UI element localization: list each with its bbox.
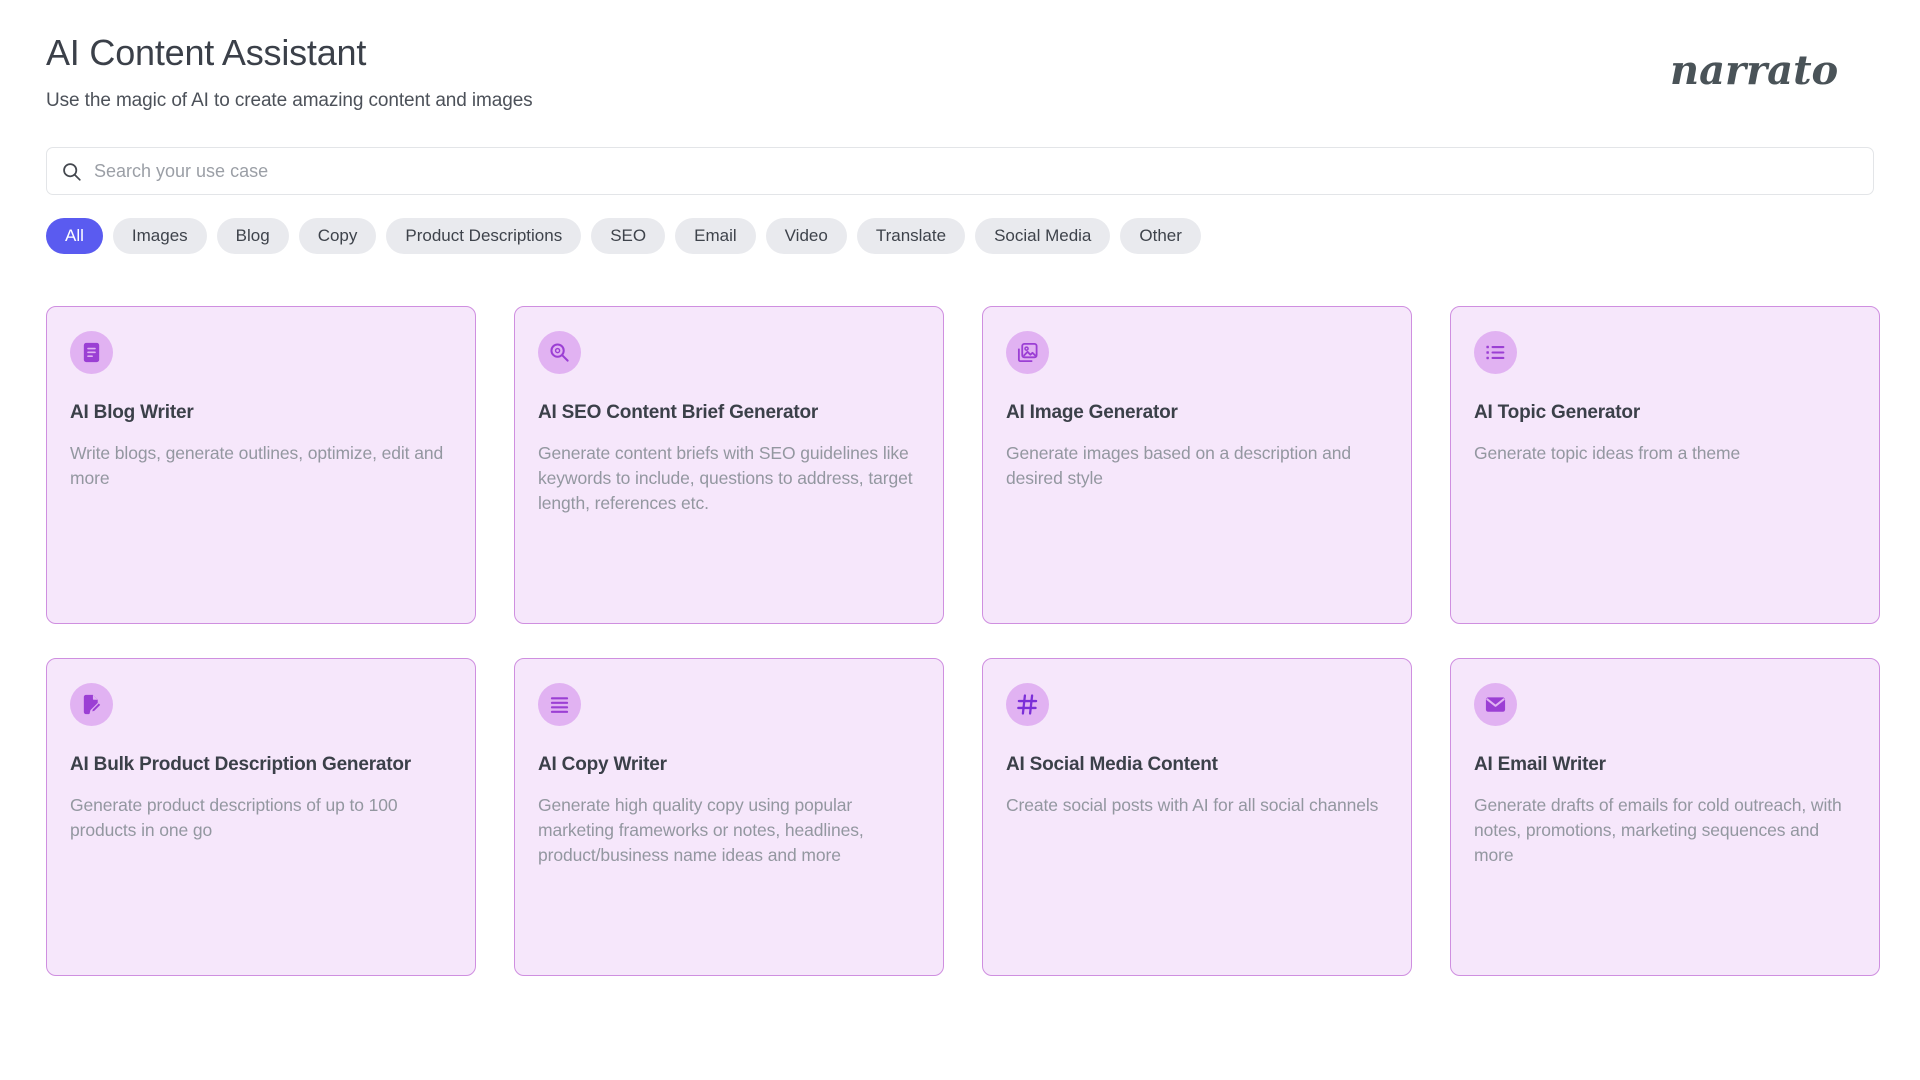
filter-pill-social-media[interactable]: Social Media (975, 218, 1110, 254)
image-stack-icon (1006, 331, 1049, 374)
card-ai-seo-content-brief-generator[interactable]: AI SEO Content Brief Generator Generate … (514, 306, 944, 624)
card-description: Generate content briefs with SEO guideli… (538, 441, 920, 517)
filter-pill-row: All Images Blog Copy Product Description… (46, 218, 1874, 254)
filter-pill-copy[interactable]: Copy (299, 218, 377, 254)
document-lines-icon (70, 331, 113, 374)
hashtag-icon (1006, 683, 1049, 726)
card-ai-bulk-product-description-generator[interactable]: AI Bulk Product Description Generator Ge… (46, 658, 476, 976)
filter-pill-product-descriptions[interactable]: Product Descriptions (386, 218, 581, 254)
filter-pill-all[interactable]: All (46, 218, 103, 254)
filter-pill-video[interactable]: Video (766, 218, 847, 254)
header-text-block: AI Content Assistant Use the magic of AI… (46, 32, 533, 112)
narrato-logo-text: narrato (1670, 47, 1838, 94)
filter-pill-blog[interactable]: Blog (217, 218, 289, 254)
search-icon (61, 161, 82, 182)
search-input[interactable] (94, 148, 1859, 194)
use-case-card-grid: AI Blog Writer Write blogs, generate out… (46, 306, 1874, 976)
card-title: AI Social Media Content (1006, 752, 1388, 778)
page-header: AI Content Assistant Use the magic of AI… (46, 26, 1874, 112)
filter-pill-email[interactable]: Email (675, 218, 756, 254)
card-ai-copy-writer[interactable]: AI Copy Writer Generate high quality cop… (514, 658, 944, 976)
card-ai-email-writer[interactable]: AI Email Writer Generate drafts of email… (1450, 658, 1880, 976)
filter-pill-translate[interactable]: Translate (857, 218, 965, 254)
card-description: Generate drafts of emails for cold outre… (1474, 793, 1856, 869)
card-title: AI Email Writer (1474, 752, 1856, 778)
card-description: Generate product descriptions of up to 1… (70, 793, 452, 843)
card-description: Generate high quality copy using popular… (538, 793, 920, 869)
page-title: AI Content Assistant (46, 32, 533, 73)
envelope-icon (1474, 683, 1517, 726)
card-title: AI Image Generator (1006, 400, 1388, 426)
card-ai-image-generator[interactable]: AI Image Generator Generate images based… (982, 306, 1412, 624)
card-ai-blog-writer[interactable]: AI Blog Writer Write blogs, generate out… (46, 306, 476, 624)
filter-pill-images[interactable]: Images (113, 218, 207, 254)
filter-pill-other[interactable]: Other (1120, 218, 1201, 254)
card-ai-social-media-content[interactable]: AI Social Media Content Create social po… (982, 658, 1412, 976)
card-title: AI Blog Writer (70, 400, 452, 426)
document-pencil-icon (70, 683, 113, 726)
bullet-list-icon (1474, 331, 1517, 374)
card-title: AI Bulk Product Description Generator (70, 752, 452, 778)
card-title: AI SEO Content Brief Generator (538, 400, 920, 426)
card-description: Create social posts with AI for all soci… (1006, 793, 1388, 818)
card-description: Generate images based on a description a… (1006, 441, 1388, 491)
magnifier-seo-icon (538, 331, 581, 374)
narrato-logo: narrato (1670, 44, 1870, 105)
card-title: AI Copy Writer (538, 752, 920, 778)
card-title: AI Topic Generator (1474, 400, 1856, 426)
card-description: Generate topic ideas from a theme (1474, 441, 1856, 466)
filter-pill-seo[interactable]: SEO (591, 218, 665, 254)
card-ai-topic-generator[interactable]: AI Topic Generator Generate topic ideas … (1450, 306, 1880, 624)
text-lines-icon (538, 683, 581, 726)
search-bar[interactable] (46, 147, 1874, 195)
page-subtitle: Use the magic of AI to create amazing co… (46, 90, 533, 112)
card-description: Write blogs, generate outlines, optimize… (70, 441, 452, 491)
ai-content-assistant-page: AI Content Assistant Use the magic of AI… (0, 0, 1920, 1080)
